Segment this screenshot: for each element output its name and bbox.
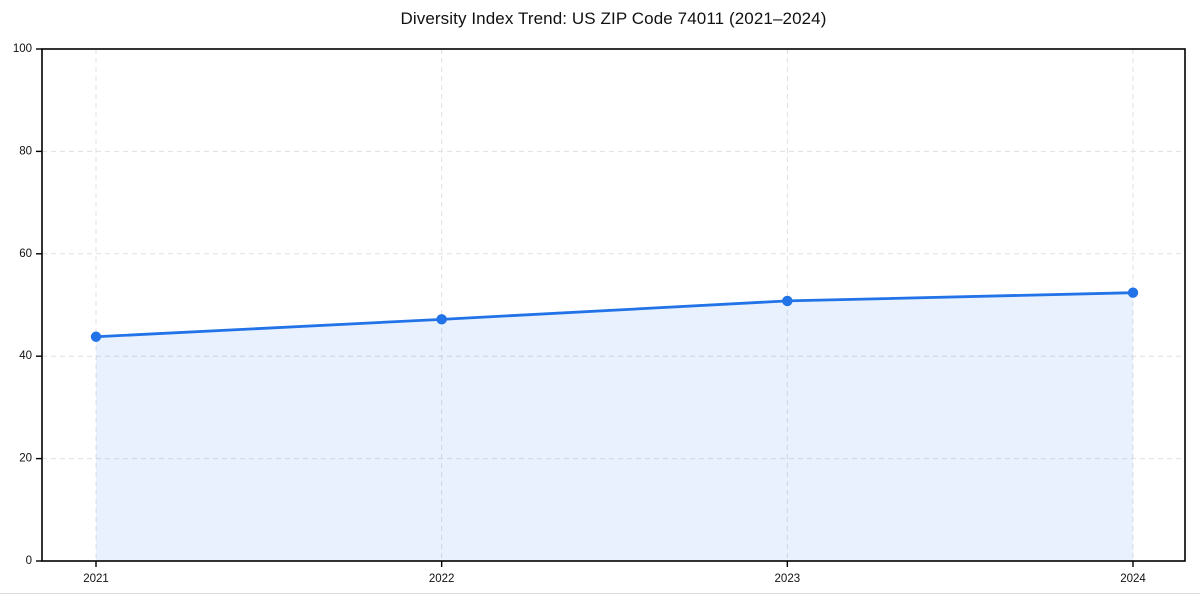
x-tick-label: 2022 bbox=[429, 573, 455, 585]
y-tick-label: 80 bbox=[19, 145, 32, 157]
data-point-2022 bbox=[436, 314, 446, 324]
x-tick-label: 2023 bbox=[775, 573, 801, 585]
y-tick-label: 60 bbox=[19, 248, 32, 260]
figure-bottom-edge bbox=[0, 593, 1200, 594]
y-tick-label: 20 bbox=[19, 453, 32, 465]
x-tick-label: 2024 bbox=[1120, 573, 1146, 585]
y-tick-label: 100 bbox=[13, 43, 32, 55]
line-chart-canvas: 0 20 40 60 80 100 2021 2022 2023 2024 bbox=[0, 0, 1200, 600]
y-tick-label: 0 bbox=[26, 555, 32, 567]
y-tick-label: 40 bbox=[19, 350, 32, 362]
x-tick-label: 2021 bbox=[83, 573, 109, 585]
area-fill bbox=[96, 293, 1133, 561]
data-point-2024 bbox=[1128, 288, 1138, 298]
data-point-2023 bbox=[782, 296, 792, 306]
chart-figure: Diversity Index Trend: US ZIP Code 74011… bbox=[0, 0, 1200, 600]
data-point-2021 bbox=[91, 332, 101, 342]
